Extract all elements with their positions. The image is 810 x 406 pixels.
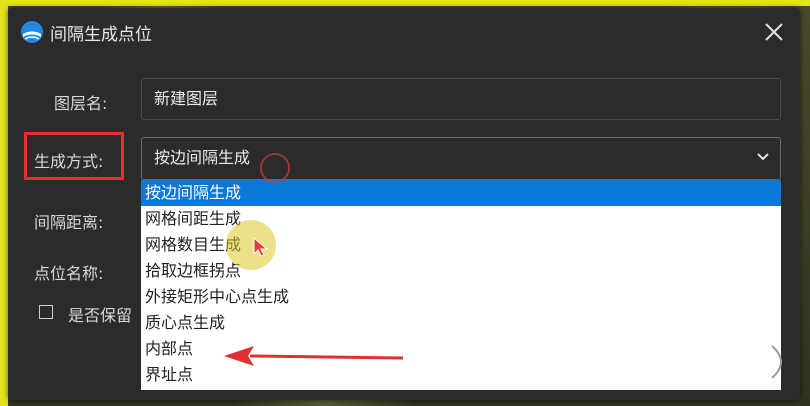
method-label: 生成方式: (34, 152, 104, 171)
chevron-down-icon (757, 153, 769, 161)
yellow-frame-left (0, 0, 8, 406)
interval-distance-label: 间隔距离: (34, 213, 104, 232)
method-select-value: 按边间隔生成 (154, 148, 251, 167)
point-name-label: 点位名称: (34, 264, 104, 283)
app-logo-icon (21, 21, 43, 43)
dialog-title: 间隔生成点位 (50, 25, 152, 45)
layer-name-field[interactable]: 新建图层 (141, 78, 781, 120)
yellow-frame-top (0, 0, 810, 6)
spinner-arc-icon (771, 345, 782, 379)
layer-name-label: 图层名: (54, 94, 108, 113)
interval-points-dialog: 间隔生成点位 图层名: 新建图层 生成方式: 按边间隔生成 间隔距离: 点位名称… (8, 8, 800, 400)
method-select[interactable]: 按边间隔生成 (141, 137, 781, 180)
keep-checkbox[interactable] (39, 305, 53, 319)
dropdown-option[interactable]: 按边间隔生成 (141, 180, 781, 206)
mouse-pointer-icon (253, 236, 269, 257)
titlebar: 间隔生成点位 (8, 8, 800, 54)
annotation-arrow-icon (224, 346, 404, 366)
dropdown-option[interactable]: 质心点生成 (141, 310, 781, 336)
close-icon[interactable] (760, 18, 788, 46)
keep-label: 是否保留 (68, 306, 133, 325)
dropdown-option[interactable]: 外接矩形中心点生成 (141, 284, 781, 310)
cursor-click-ring (260, 153, 290, 183)
